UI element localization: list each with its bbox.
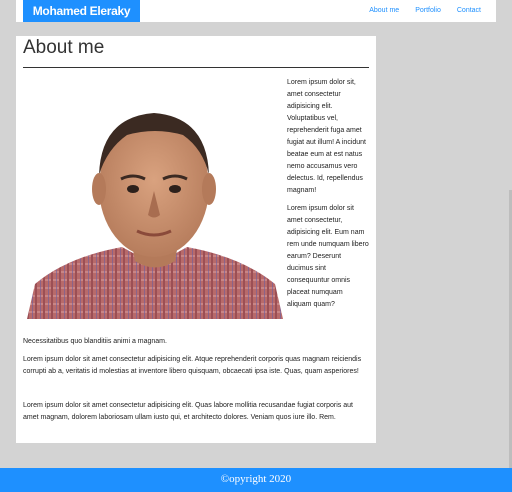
nav-link-contact[interactable]: Contact [457,0,481,22]
body-paragraph-2: Lorem ipsum dolor sit amet consectetur a… [23,402,353,421]
body-paragraph-1: Lorem ipsum dolor sit amet consectetur a… [23,356,362,375]
nav-link-portfolio[interactable]: Portfolio [415,0,441,22]
navbar: Mohamed Eleraky About me Portfolio Conta… [16,0,496,22]
about-card: About me Lorem ipsum dolor sit, amet con… [16,36,376,443]
side-text-column: Lorem ipsum dolor sit, amet consectetur … [287,77,369,317]
brand-logo[interactable]: Mohamed Eleraky [23,0,140,22]
intro-paragraph-1: Lorem ipsum dolor sit, amet consectetur … [287,79,366,194]
page-title: About me [23,37,105,58]
continued-text: Necessitatibus quo blanditiis animi a ma… [23,338,167,345]
footer: ©opyright 2020 [0,468,512,492]
nav-links: About me Portfolio Contact [369,0,481,22]
intro-paragraph-2: Lorem ipsum dolor sit amet consectetur, … [287,205,369,308]
nav-link-about[interactable]: About me [369,0,399,22]
title-divider [23,67,369,68]
profile-photo [27,79,283,319]
